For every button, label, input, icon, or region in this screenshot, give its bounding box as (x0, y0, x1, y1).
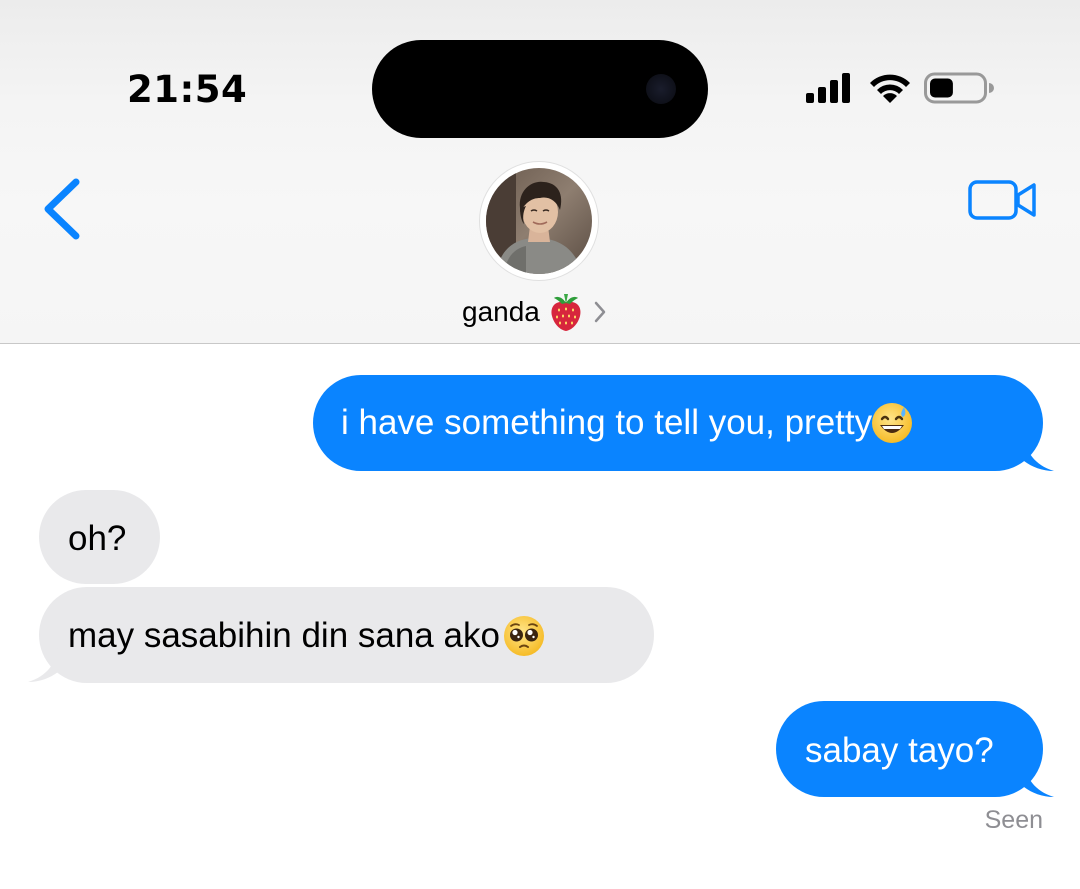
contact-avatar[interactable] (480, 162, 598, 280)
message-text: sabay tayo? (805, 730, 994, 770)
message-text: i have something to tell you, pretty (341, 403, 873, 442)
message-bubble-received[interactable]: oh? (39, 490, 160, 584)
contact-name-button[interactable]: ganda (462, 292, 608, 332)
messages-screen: 21:54 ganda i have something to tell you… (0, 0, 1080, 889)
message-bubble-sent[interactable]: i have something to tell you, pretty (313, 375, 1043, 471)
message-bubble-sent[interactable]: sabay tayo? (776, 701, 1043, 797)
cellular-signal-icon (806, 73, 850, 103)
strawberry-icon (551, 294, 581, 331)
message-bubble-received[interactable]: may sasabihin din sana ako (39, 587, 654, 683)
dynamic-island (372, 40, 708, 138)
pleading-face-icon (503, 616, 544, 656)
bubble-tail-received (28, 648, 58, 682)
wifi-icon (870, 74, 910, 103)
contact-name: ganda (462, 296, 540, 327)
back-chevron-icon[interactable] (40, 176, 84, 242)
read-receipt: Seen (984, 806, 1043, 834)
avatar-photo (486, 168, 592, 274)
message-text: may sasabihin din sana ako (68, 616, 500, 655)
bubble-tail-sent (1024, 437, 1054, 471)
header-divider (0, 343, 1080, 344)
video-call-icon[interactable] (968, 178, 1038, 222)
front-camera (646, 74, 676, 104)
conversation-header: 21:54 ganda (0, 0, 1080, 343)
battery-icon (924, 72, 994, 104)
message-text: oh? (68, 518, 127, 558)
status-indicators (806, 72, 994, 104)
bubble-tail-sent (1024, 763, 1054, 797)
status-time: 21:54 (127, 68, 248, 111)
grinning-face-with-sweat-icon (872, 403, 913, 443)
chevron-right-icon (594, 301, 606, 323)
